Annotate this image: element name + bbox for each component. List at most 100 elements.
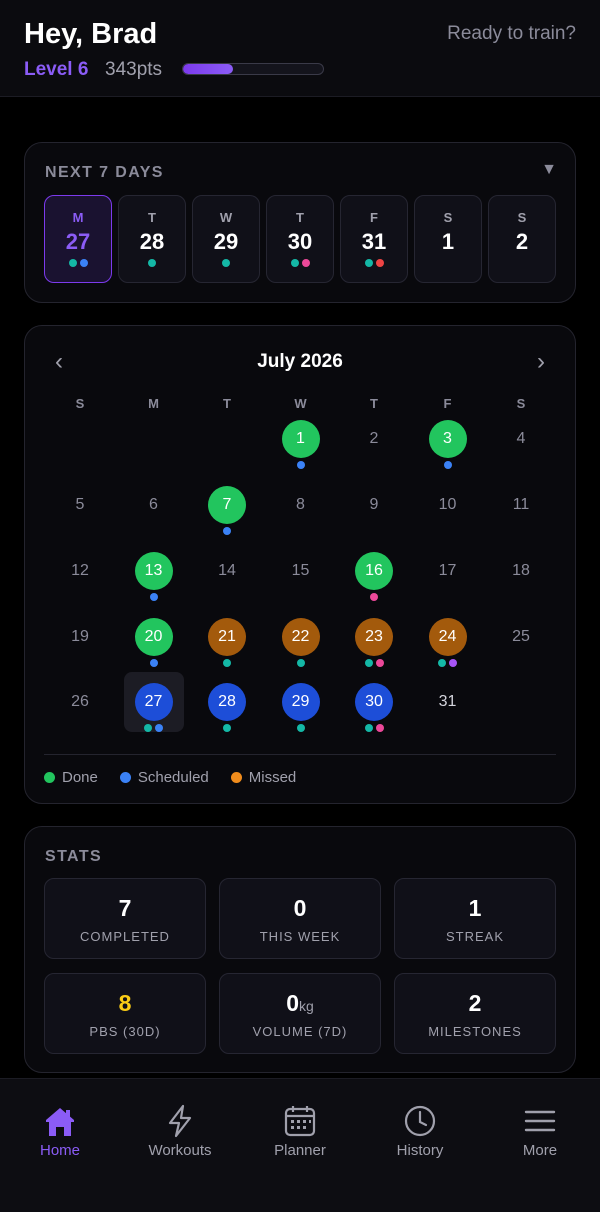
calendar-day[interactable]: 18 — [491, 541, 551, 601]
calendar-day-number: 24 — [428, 618, 467, 656]
week-day-tile[interactable]: S2 — [488, 195, 556, 283]
week-day-number: 27 — [65, 229, 91, 254]
calendar-day-dots — [124, 593, 184, 601]
calendar-day[interactable]: 19 — [50, 607, 110, 667]
calendar-day-dots — [124, 724, 184, 732]
calendar-day[interactable]: 30 — [344, 672, 404, 732]
calendar-day[interactable]: 6 — [124, 475, 184, 535]
caret-down-icon[interactable]: ▼ — [541, 161, 557, 179]
calendar-day-number: 23 — [355, 618, 393, 656]
calendar-day[interactable]: 5 — [50, 475, 110, 535]
calendar-day[interactable]: 23 — [344, 607, 404, 667]
calendar-day[interactable]: 28 — [197, 672, 257, 732]
calendar-day[interactable]: 13 — [124, 541, 184, 601]
status-dot — [449, 659, 457, 667]
week-day-tile[interactable]: F 31 — [340, 195, 408, 283]
calendar-day-number: 10 — [438, 496, 457, 513]
status-dot — [222, 259, 230, 267]
calendar-day-number: 9 — [369, 496, 379, 513]
legend-dot — [230, 772, 242, 783]
status-dot — [144, 724, 152, 732]
nav-workouts[interactable]: Workouts — [120, 1079, 240, 1179]
calendar-day[interactable]: 31 — [418, 672, 478, 732]
calendar-day[interactable]: 2 — [344, 409, 404, 469]
stat-tile[interactable]: 8 PBS (30D) — [44, 973, 206, 1054]
legend-label: Missed — [248, 769, 297, 786]
calendar-day[interactable]: 14 — [197, 541, 257, 601]
week-day-tile[interactable]: W 29 — [192, 195, 260, 283]
calendar-day-number: 3 — [428, 420, 467, 458]
stat-tile[interactable]: 1 STREAK — [394, 878, 556, 959]
nav-more[interactable]: More — [480, 1079, 600, 1179]
menu-icon — [522, 1103, 558, 1139]
week-day-tile[interactable]: M 27 — [44, 195, 112, 283]
calendar-day[interactable]: 8 — [271, 475, 331, 535]
calendar-day-number: 2 — [369, 430, 379, 447]
calendar-day-number: 16 — [355, 552, 393, 590]
week-day-tile[interactable]: S1 — [414, 195, 482, 283]
week-day-letter: T — [296, 210, 304, 225]
bottom-navigation: Home Workouts Planner History More — [0, 1078, 600, 1212]
calendar-day[interactable]: 4 — [491, 409, 551, 469]
stat-value: 1 — [395, 895, 555, 922]
stat-unit: kg — [299, 998, 314, 1014]
stats-card: STATS 7 COMPLETED 0 THIS WEEK 1 STREAK 8 PBS (3… — [24, 826, 576, 1073]
calendar-day-number: 6 — [149, 496, 158, 513]
calendar-day-dots — [197, 527, 257, 535]
calendar-day-number: 30 — [355, 683, 393, 721]
week-day-dots — [267, 259, 333, 267]
status-dot — [290, 259, 299, 267]
calendar-day[interactable]: 17 — [418, 541, 478, 601]
calendar-day[interactable]: 3 — [418, 409, 478, 469]
nav-label: More — [522, 1142, 558, 1159]
stat-label: VOLUME (7D) — [252, 1024, 348, 1039]
week-day-tile[interactable]: T 30 — [266, 195, 334, 283]
stat-label: STREAK — [445, 929, 504, 944]
calendar-day[interactable]: 12 — [50, 541, 110, 601]
stat-tile[interactable]: 0kg VOLUME (7D) — [219, 973, 381, 1054]
stat-value-number: 0 — [286, 990, 299, 1016]
calendar-day[interactable]: 29 — [271, 672, 331, 732]
legend-item-missed: Missed — [230, 769, 297, 786]
week-day-letter: W — [219, 210, 233, 225]
status-dot — [443, 461, 452, 469]
calendar-day[interactable]: 24 — [418, 607, 478, 667]
calendar-day[interactable]: 1 — [271, 409, 331, 469]
nav-history[interactable]: History — [360, 1079, 480, 1179]
calendar-day[interactable]: 26 — [50, 672, 110, 732]
calendar-day[interactable]: 25 — [491, 607, 551, 667]
calendar-day-number: 18 — [512, 562, 530, 579]
calendar-day-dots — [418, 659, 478, 667]
status-dot — [375, 259, 384, 267]
stat-tile[interactable]: 2 MILESTONES — [394, 973, 556, 1054]
week-day-dots — [341, 259, 407, 267]
legend-item-done: Done — [44, 769, 98, 786]
status-dot — [155, 724, 163, 732]
status-dot — [438, 659, 446, 667]
calendar-day-dots — [271, 461, 331, 469]
ready-to-train-text: Ready to train? — [447, 23, 576, 44]
calendar-day[interactable]: 22 — [271, 607, 331, 667]
calendar-day[interactable]: 9 — [344, 475, 404, 535]
calendar-day[interactable]: 16 — [344, 541, 404, 601]
calendar-day-dots — [418, 461, 478, 469]
weekday-label: T — [223, 396, 231, 411]
calendar-day[interactable]: 27 — [123, 672, 184, 732]
calendar-day[interactable]: 21 — [197, 607, 257, 667]
nav-home[interactable]: Home — [0, 1079, 120, 1179]
xp-progress-bar — [182, 63, 324, 75]
nav-label: History — [396, 1142, 444, 1159]
calendar-divider — [44, 754, 556, 755]
calendar-day[interactable]: 20 — [124, 607, 184, 667]
calendar-day[interactable]: 7 — [197, 475, 257, 535]
nav-planner[interactable]: Planner — [240, 1079, 360, 1179]
calendar-day[interactable]: 10 — [418, 475, 478, 535]
stat-tile[interactable]: 0 THIS WEEK — [219, 878, 381, 959]
status-dot — [364, 724, 373, 732]
calendar-day-number: 14 — [218, 562, 236, 579]
week-day-tile[interactable]: T 28 — [118, 195, 186, 283]
calendar-day[interactable]: 11 — [491, 475, 551, 535]
chevron-right-icon[interactable]: › — [537, 348, 545, 376]
stat-tile[interactable]: 7 COMPLETED — [44, 878, 206, 959]
calendar-day[interactable]: 15 — [271, 541, 331, 601]
